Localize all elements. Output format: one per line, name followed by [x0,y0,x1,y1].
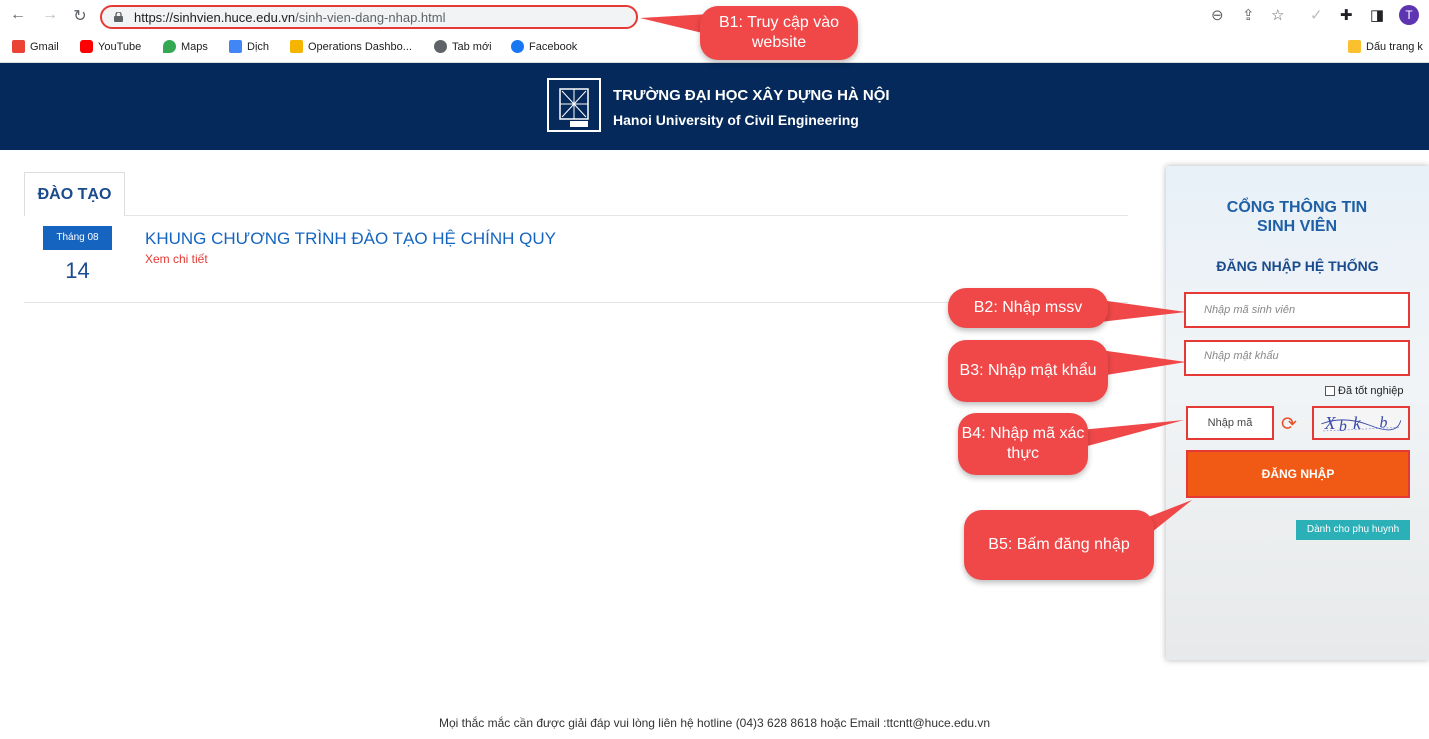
bookmarks-folder[interactable]: Dấu trang k [1348,40,1423,53]
callout-b1: B1: Truy cập vào website [700,6,858,60]
refresh-captcha-icon[interactable]: ⟳ [1281,413,1297,436]
university-name-vn: TRƯỜNG ĐẠI HỌC XÂY DỰNG HÀ NỘI [613,87,890,104]
star-icon[interactable]: ☆ [1271,6,1284,24]
portal-title: CỔNG THÔNG TIN SINH VIÊN [1226,199,1368,235]
check-icon[interactable]: ✓ [1310,6,1323,24]
forward-arrow-icon[interactable]: → [40,6,60,24]
login-subtitle: ĐĂNG NHẬP HỆ THỐNG [1216,258,1379,274]
url-path: /sinh-vien-dang-nhap.html [295,10,446,25]
svg-text:b: b [1339,418,1347,435]
bookmark-label: Tab mới [452,40,492,53]
url-host: https://sinhvien.huce.edu.vn [134,10,296,25]
news-day: 14 [65,258,90,283]
bookmark-label: Dấu trang k [1366,40,1423,53]
reload-icon[interactable]: ↻ [70,6,90,26]
maps-icon [163,40,176,53]
bookmark-label: Gmail [30,40,59,53]
lock-icon [114,12,123,22]
svg-text:k: k [1353,413,1362,433]
bookmark-operations-dashboard[interactable]: Operations Dashbo... [290,40,412,53]
tab-divider [125,215,1128,216]
news-title-link[interactable]: KHUNG CHƯƠNG TRÌNH ĐÀO TẠO HỆ CHÍNH QUY [145,229,556,249]
dashboard-icon [290,40,303,53]
bookmark-translate[interactable]: Dịch [229,40,269,53]
student-id-input[interactable]: Nhập mã sinh viên [1184,292,1410,328]
footer-contact: Mọi thắc mắc cần được giải đáp vui lòng … [438,716,991,730]
bookmark-label: YouTube [98,40,142,53]
callout-b2: B2: Nhập mssv [948,288,1108,328]
gmail-icon [12,40,25,53]
zoom-icon[interactable]: ⊖ [1211,6,1224,24]
share-icon[interactable]: ⇪ [1242,6,1255,24]
callout-b4: B4: Nhập mã xác thực [958,413,1088,475]
password-input[interactable]: Nhập mật khẩu [1184,340,1410,376]
university-logo [547,78,601,132]
extensions-icon[interactable]: ✚ [1340,6,1353,24]
graduated-checkbox[interactable]: Đã tốt nghiệp [1325,385,1403,397]
login-button[interactable]: ĐĂNG NHẬP [1186,450,1410,498]
bookmark-facebook[interactable]: Facebook [511,40,577,53]
url-text: https://sinhvien.huce.edu.vn/sinh-vien-d… [134,10,445,25]
facebook-icon [511,40,524,53]
tab-training[interactable]: ĐÀO TẠO [24,172,125,216]
bookmark-label: Maps [181,40,208,53]
back-arrow-icon[interactable]: ← [8,6,28,24]
parent-access-button[interactable]: Dành cho phụ huynh [1296,520,1410,540]
bookmark-new-tab[interactable]: Tab mới [434,40,492,53]
sidepanel-icon[interactable]: ◨ [1370,6,1384,24]
checkbox-icon[interactable] [1325,386,1335,396]
callout-b3: B3: Nhập mật khẩu [948,340,1108,402]
bookmark-label: Facebook [529,40,578,53]
globe-icon [434,40,447,53]
bookmark-label: Dịch [247,40,270,53]
profile-avatar[interactable]: T [1399,5,1419,25]
bookmark-label: Operations Dashbo... [308,40,412,53]
news-more-link[interactable]: Xem chi tiết [145,252,208,266]
university-name-en: Hanoi University of Civil Engineering [613,112,859,128]
address-bar[interactable]: https://sinhvien.huce.edu.vn/sinh-vien-d… [100,5,638,29]
callout-b5: B5: Bấm đăng nhập [964,510,1154,580]
news-month-badge: Tháng 08 [43,226,112,250]
bookmark-youtube[interactable]: YouTube [80,40,141,53]
graduated-label: Đã tốt nghiệp [1338,385,1404,397]
folder-icon [1348,40,1361,53]
youtube-icon [80,40,93,53]
bookmark-maps[interactable]: Maps [163,40,208,53]
bookmark-gmail[interactable]: Gmail [12,40,59,53]
captcha-input[interactable]: Nhập mã [1186,406,1274,440]
site-header: TRƯỜNG ĐẠI HỌC XÂY DỰNG HÀ NỘI Hanoi Uni… [0,63,1429,150]
captcha-image: X b k b [1312,406,1410,440]
translate-icon [229,40,242,53]
